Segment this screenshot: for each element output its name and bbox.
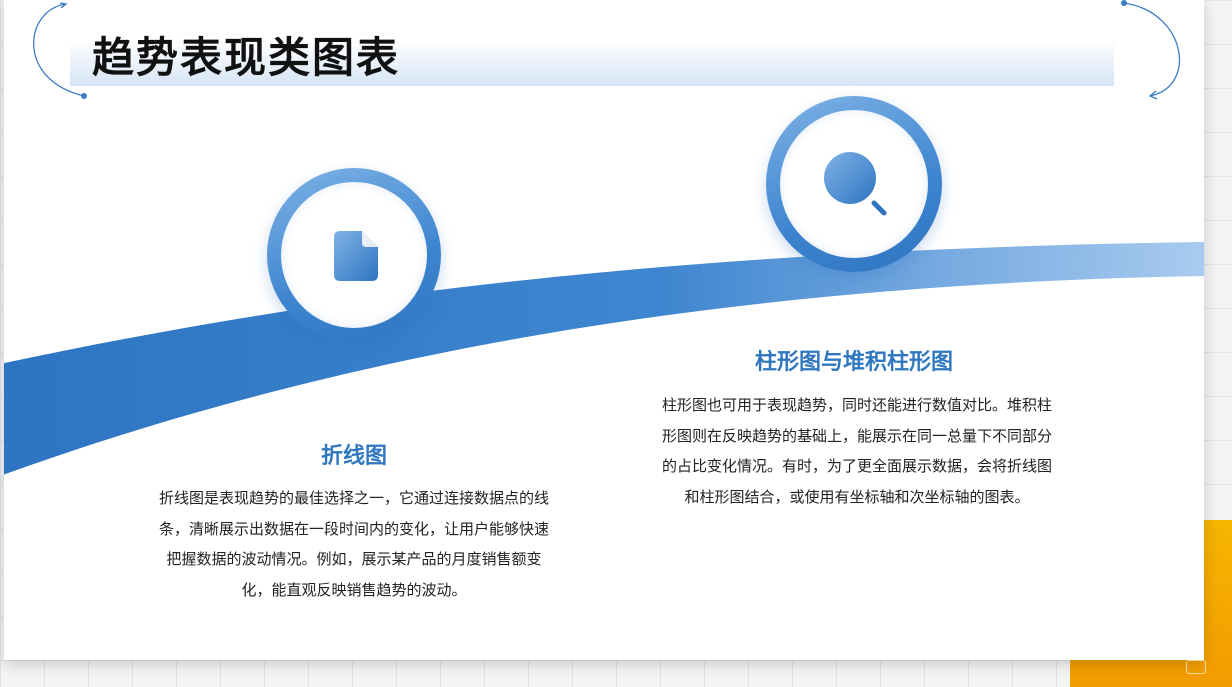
right-arc-decoration <box>1121 0 1181 100</box>
body-line: 把握数据的波动情况。例如，展示某产品的月度销售额变 <box>166 550 542 568</box>
body-line: 折线图是表现趋势的最佳选择之一，它通过连接数据点的线 <box>158 489 549 507</box>
body-line: 和柱形图结合，或使用有坐标轴和次坐标轴的图表。 <box>684 487 1030 506</box>
slide: 趋势表现类图表 折线图 折线图是表现趋势的最佳选择之一，它通过连接数据点的线 条… <box>4 0 1204 660</box>
left-arc-decoration <box>33 2 87 99</box>
card-heading-line-chart: 折线图 <box>320 444 387 469</box>
page-title: 趋势表现类图表 <box>92 33 401 82</box>
card-body-line-chart: 折线图是表现趋势的最佳选择之一，它通过连接数据点的线 条，清晰展示出数据在一段时… <box>124 483 584 605</box>
document-icon <box>334 231 378 281</box>
body-line: 的占比变化情况。有时，为了更全面展示数据，会将折线图 <box>661 457 1052 475</box>
search-icon <box>824 152 887 216</box>
watermark-badge <box>1186 660 1206 674</box>
body-line: 形图则在反映趋势的基础上，能展示在同一总量下不同部分 <box>661 426 1052 445</box>
card-heading-column-chart: 柱形图与堆积柱形图 <box>754 350 953 375</box>
body-line: 条，清晰展示出数据在一段时间内的变化，让用户能够快速 <box>158 519 549 538</box>
body-line: 化，能直观反映销售趋势的波动。 <box>241 580 467 599</box>
card-body-column-chart: 柱形图也可用于表现趋势，同时还能进行数值对比。堆积柱 形图则在反映趋势的基础上，… <box>622 390 1092 512</box>
body-line: 柱形图也可用于表现趋势，同时还能进行数值对比。堆积柱 <box>661 396 1052 414</box>
